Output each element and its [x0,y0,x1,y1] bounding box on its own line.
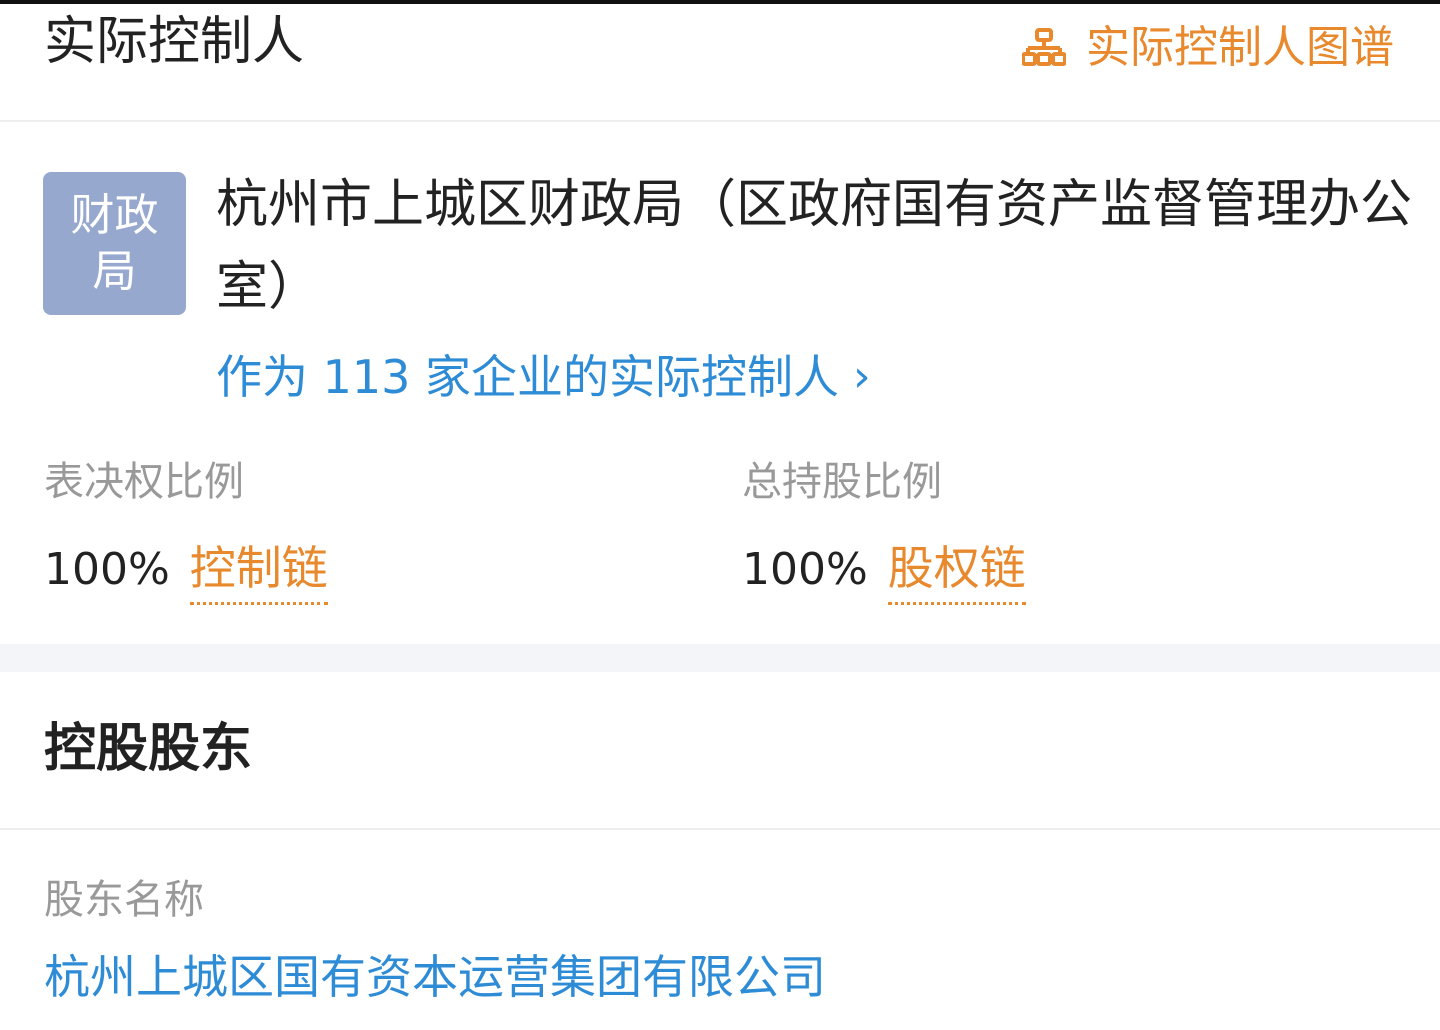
voting-ratio-block: 表决权比例 100% 控制链 [44,454,328,605]
holding-ratio-value: 100% [742,544,868,595]
controller-card: 财政局 杭州市上城区财政局（区政府国有资产监督管理办公室） 作为 113 家企业… [0,124,1440,644]
shareholder-name-link[interactable]: 杭州上城区国有资本运营集团有限公司 [44,946,826,1008]
voting-ratio-value: 100% [44,544,170,595]
equity-chain-link[interactable]: 股权链 [887,536,1026,605]
holding-ratio-label: 总持股比例 [742,459,942,505]
section-title-actual-controller: 实际控制人 [44,12,305,72]
controller-logo: 财政局 [43,172,186,315]
holding-ratio-block: 总持股比例 100% 股权链 [742,454,1026,605]
voting-ratio-label: 表决权比例 [44,459,244,505]
controller-header: 实际控制人 实际控制人图谱 [0,4,1440,122]
controlling-shareholder-header: 控股股东 [0,672,1440,830]
org-chart-icon [1022,28,1066,66]
controlled-companies-label: 作为 113 家企业的实际控制人 [216,350,840,404]
control-chain-link[interactable]: 控制链 [189,536,328,605]
section-divider [0,644,1440,672]
controller-graph-label: 实际控制人图谱 [1086,22,1394,73]
controller-graph-link[interactable]: 实际控制人图谱 [1022,18,1394,78]
controlled-companies-link[interactable]: 作为 113 家企业的实际控制人 › [216,344,871,410]
controller-name[interactable]: 杭州市上城区财政局（区政府国有资产监督管理办公室） [216,164,1416,328]
chevron-right-icon: › [853,351,871,402]
shareholder-name-label: 股东名称 [44,877,204,923]
section-title-controlling-shareholder: 控股股东 [44,719,253,779]
